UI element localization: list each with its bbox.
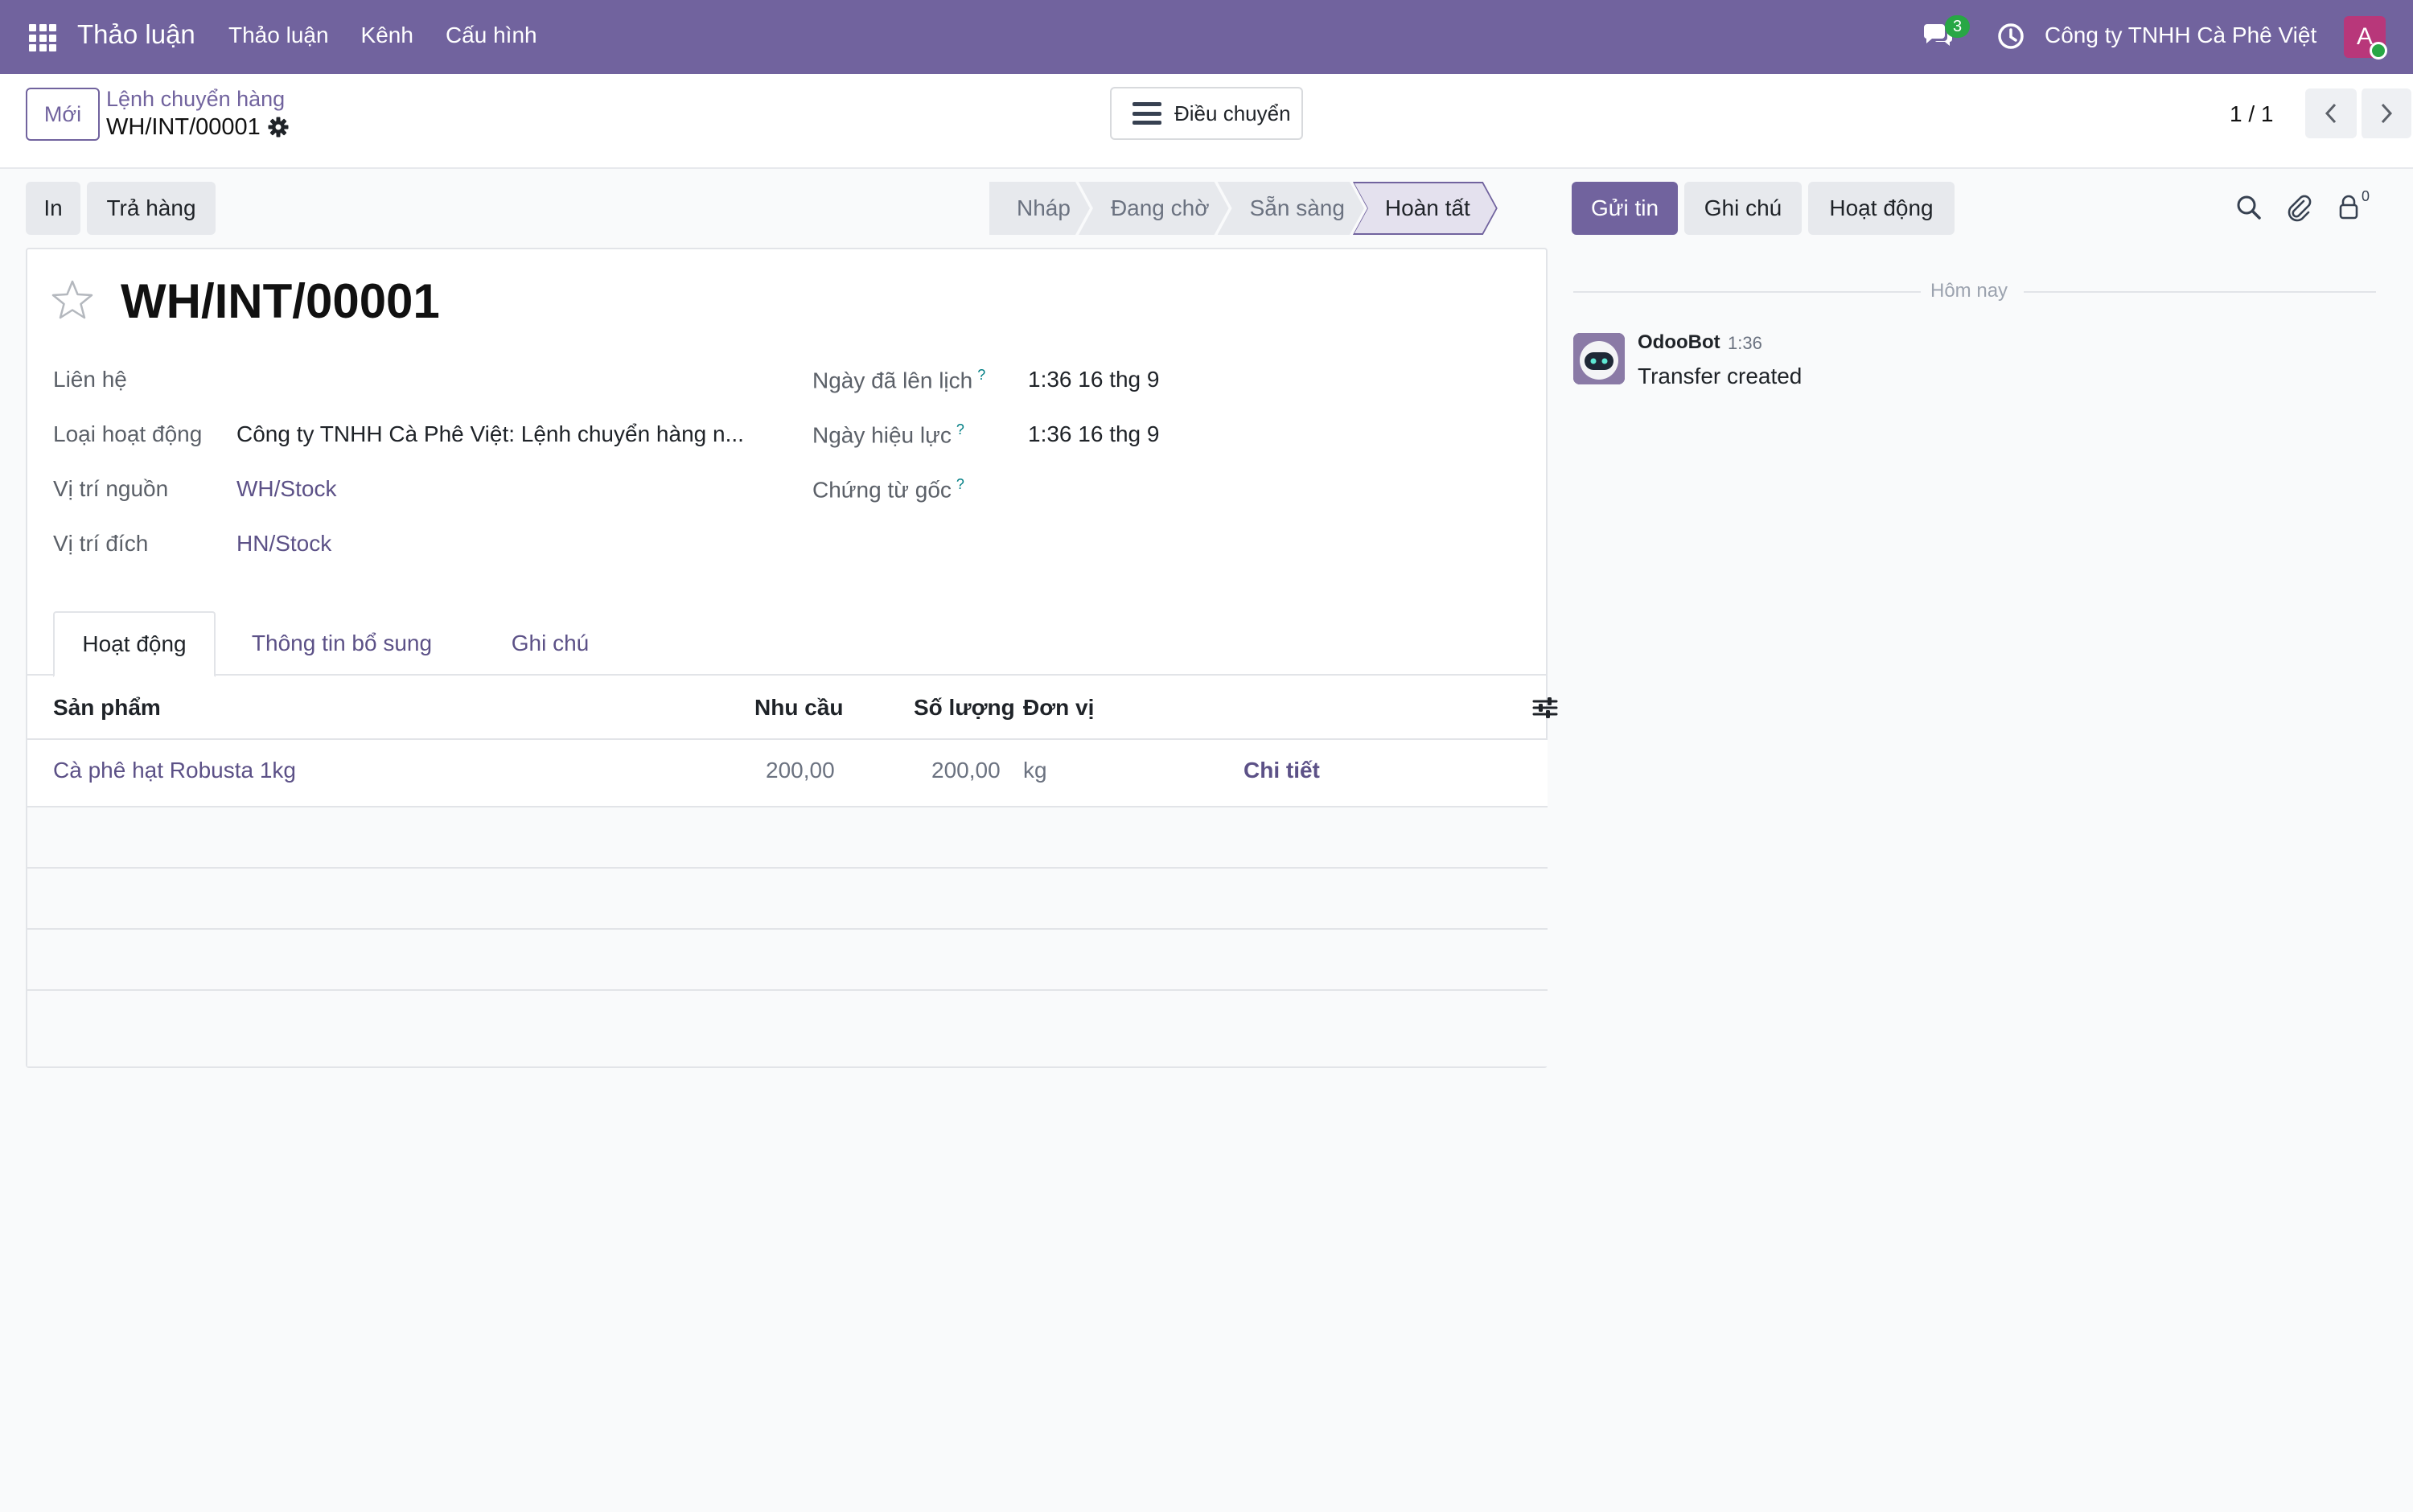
field-label-effective-date: Ngày hiệu lực?	[812, 421, 964, 448]
apps-menu-icon[interactable]	[29, 24, 56, 51]
follower-count: 0	[2362, 188, 2370, 204]
quantity-cell[interactable]: 200,00	[931, 758, 1001, 783]
field-value-scheduled-date[interactable]: 1:36 16 thg 9	[1028, 367, 1159, 392]
field-label-operation-type: Loại hoạt động	[53, 421, 203, 446]
breadcrumb-parent[interactable]: Lệnh chuyển hàng	[106, 87, 285, 112]
column-header-unit[interactable]: Đơn vị	[1023, 695, 1094, 721]
transfer-smart-button[interactable]: Điều chuyển	[1110, 87, 1303, 140]
pager-next-button[interactable]	[2360, 88, 2411, 138]
stage-done[interactable]: Hoàn tất	[1353, 182, 1498, 235]
pager-previous-button[interactable]	[2305, 88, 2357, 138]
menu-item-discuss[interactable]: Thảo luận	[228, 23, 329, 48]
tab-operations[interactable]: Hoạt động	[53, 611, 216, 677]
field-label-source-location: Vị trí nguồn	[53, 476, 169, 501]
table-header: Sản phẩm Nhu cầu Số lượng Đơn vị	[27, 676, 1558, 740]
empty-row	[27, 807, 1548, 869]
list-icon	[1133, 102, 1161, 125]
unit-cell: kg	[1023, 758, 1047, 783]
help-tooltip-icon[interactable]: ?	[956, 421, 964, 438]
transfer-button-label: Điều chuyển	[1174, 101, 1291, 125]
field-label-scheduled-date: Ngày đã lên lịch?	[812, 367, 986, 393]
help-tooltip-icon[interactable]: ?	[956, 476, 964, 492]
online-status-dot	[2370, 42, 2387, 60]
status-bar: Nháp Đang chờ Sẵn sàng Hoàn tất	[989, 182, 1498, 235]
column-header-demand[interactable]: Nhu cầu	[754, 695, 843, 721]
menu-item-configuration[interactable]: Cấu hình	[446, 23, 537, 48]
field-value-destination-location[interactable]: HN/Stock	[236, 531, 331, 557]
odoobot-avatar	[1573, 333, 1625, 384]
field-label-source-document: Chứng từ gốc?	[812, 476, 964, 503]
column-header-product[interactable]: Sản phẩm	[53, 695, 161, 721]
empty-row	[27, 869, 1548, 930]
notebook-tabs: Hoạt động Thông tin bổ sung Ghi chú	[27, 611, 1548, 677]
paperclip-icon[interactable]	[2284, 193, 2313, 222]
lock-follower-icon[interactable]	[2334, 193, 2363, 222]
robot-icon	[1573, 333, 1625, 384]
field-value-effective-date[interactable]: 1:36 16 thg 9	[1028, 421, 1159, 447]
empty-row	[27, 930, 1548, 991]
date-separator-line-right	[2024, 291, 2376, 293]
column-header-quantity[interactable]: Số lượng	[914, 695, 1015, 721]
message-author[interactable]: OdooBot	[1638, 331, 1720, 354]
tab-additional-info[interactable]: Thông tin bổ sung	[241, 611, 442, 676]
new-button[interactable]: Mới	[26, 88, 100, 141]
menu-item-channels[interactable]: Kênh	[361, 23, 413, 48]
date-separator: Hôm nay	[1930, 280, 2008, 302]
details-button[interactable]: Chi tiết	[1243, 758, 1320, 783]
send-message-button[interactable]: Gửi tin	[1572, 182, 1678, 235]
field-label-destination-location: Vị trí đích	[53, 531, 149, 556]
main-menu: Thảo luận Kênh Cấu hình	[228, 23, 569, 48]
activity-button[interactable]: Hoạt động	[1808, 182, 1955, 235]
message-time: 1:36	[1728, 333, 1762, 353]
return-button[interactable]: Trả hàng	[87, 182, 216, 235]
breadcrumb-current: WH/INT/00001	[106, 114, 261, 140]
control-panel: Mới Lệnh chuyển hàng WH/INT/00001 Điều c…	[0, 74, 2413, 169]
demand-cell: 200,00	[766, 758, 835, 783]
print-button[interactable]: In	[26, 182, 80, 235]
product-cell[interactable]: Cà phê hạt Robusta 1kg	[53, 758, 296, 783]
stage-draft[interactable]: Nháp	[989, 182, 1090, 235]
date-separator-line-left	[1573, 291, 1921, 293]
gear-icon[interactable]	[267, 116, 290, 138]
field-value-operation-type[interactable]: Công ty TNHH Cà Phê Việt: Lệnh chuyển hà…	[236, 421, 744, 447]
chat-count-badge: 3	[1945, 15, 1971, 38]
company-switcher[interactable]: Công ty TNHH Cà Phê Việt	[2045, 23, 2316, 48]
tab-note[interactable]: Ghi chú	[481, 611, 619, 676]
record-title: WH/INT/00001	[121, 274, 440, 328]
empty-row	[27, 991, 1548, 1066]
star-icon[interactable]	[50, 278, 95, 323]
stage-ready[interactable]: Sẵn sàng	[1218, 182, 1364, 235]
pager-value[interactable]: 1 / 1	[2230, 101, 2273, 127]
field-value-source-location[interactable]: WH/Stock	[236, 476, 336, 502]
chevron-right-icon	[2381, 103, 2393, 124]
table-row[interactable]: Cà phê hạt Robusta 1kg 200,00 200,00 kg …	[27, 740, 1548, 807]
field-label-contact: Liên hệ	[53, 367, 127, 392]
clock-icon[interactable]	[1996, 22, 2025, 51]
optional-columns-icon[interactable]	[1531, 695, 1559, 721]
log-note-button[interactable]: Ghi chú	[1684, 182, 1802, 235]
stage-waiting[interactable]: Đang chờ	[1079, 182, 1229, 235]
message-body: Transfer created	[1638, 364, 1803, 388]
help-tooltip-icon[interactable]: ?	[977, 367, 985, 383]
app-brand[interactable]: Thảo luận	[77, 19, 195, 50]
chevron-left-icon	[2325, 103, 2337, 124]
search-icon[interactable]	[2234, 193, 2263, 222]
